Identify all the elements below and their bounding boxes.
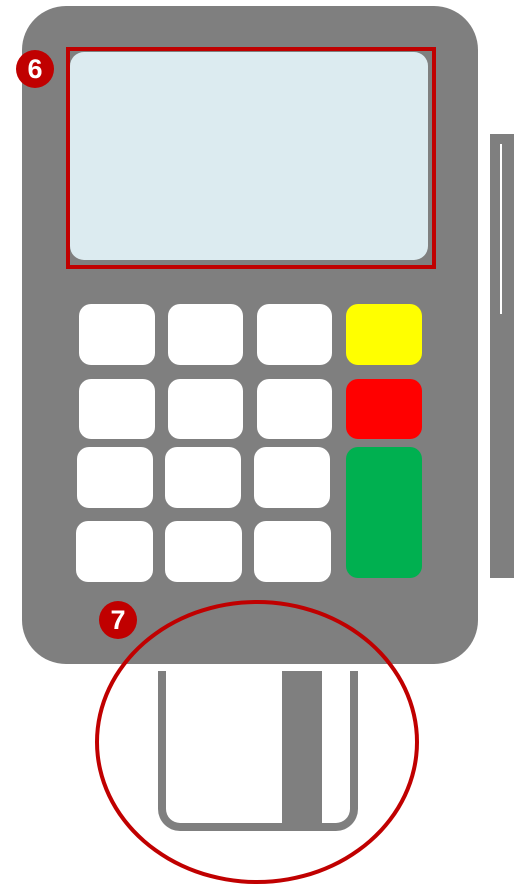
- side-slot-groove: [500, 144, 502, 314]
- card-reader-highlight-circle: [95, 600, 419, 884]
- cancel-key-red[interactable]: [346, 379, 422, 439]
- keypad-key[interactable]: [76, 521, 153, 582]
- keypad-key[interactable]: [79, 304, 155, 365]
- keypad-key[interactable]: [254, 521, 331, 582]
- side-card-slot: [490, 134, 514, 578]
- keypad-key[interactable]: [79, 379, 155, 439]
- keypad-key[interactable]: [165, 447, 241, 508]
- enter-key-green[interactable]: [346, 447, 422, 578]
- callout-badge-screen: 6: [16, 50, 54, 88]
- keypad-key[interactable]: [168, 304, 243, 365]
- keypad-key[interactable]: [77, 447, 153, 508]
- keypad-key[interactable]: [165, 521, 242, 582]
- keypad-key[interactable]: [254, 447, 330, 508]
- callout-badge-card-reader: 7: [99, 601, 137, 639]
- screen-highlight-frame: [66, 47, 436, 269]
- keypad-key[interactable]: [257, 379, 332, 439]
- keypad-key[interactable]: [168, 379, 243, 439]
- clear-key-yellow[interactable]: [346, 304, 422, 365]
- keypad-key[interactable]: [257, 304, 332, 365]
